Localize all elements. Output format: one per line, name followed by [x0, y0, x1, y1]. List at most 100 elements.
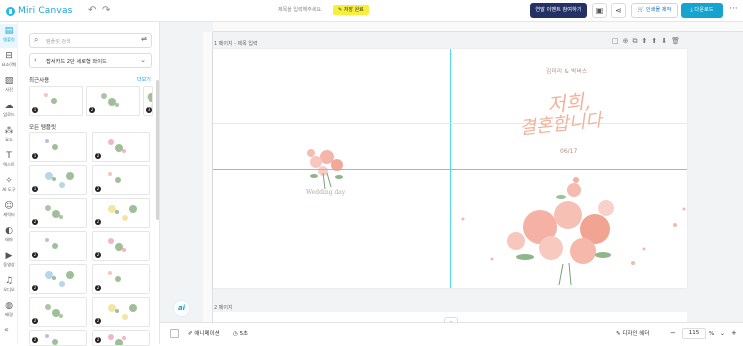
- photo-icon: ▨: [4, 76, 14, 86]
- event-button[interactable]: 연말 이벤트 참여하기: [530, 3, 587, 18]
- zoom-in-icon[interactable]: +: [731, 328, 737, 338]
- thumbnail-flower-icon: [58, 314, 63, 318]
- share-icon: ⋖: [615, 6, 622, 15]
- thumbnail-flower-icon: [44, 238, 49, 242]
- animation-button[interactable]: ✐ 애니메이션: [188, 329, 220, 339]
- rail-item[interactable]: ▤ 템플릿: [0, 24, 18, 48]
- category-selector[interactable]: ‹ 접서카드 2단 세로형 와이드 ⌄: [29, 53, 152, 68]
- filter-icon[interactable]: ⇌: [141, 35, 147, 43]
- rail-item-label: 오디오: [3, 287, 15, 292]
- share-button[interactable]: ⋖: [611, 3, 626, 18]
- page-1-label[interactable]: 1 페이지 - 제목 입력: [214, 40, 258, 47]
- rail-item[interactable]: ▨ 사진: [0, 74, 18, 98]
- rail-item-label: 요소: [5, 137, 13, 142]
- undo-icon[interactable]: ↶: [88, 4, 96, 18]
- panel-scrollbar[interactable]: [156, 80, 159, 220]
- template-thumbnail[interactable]: 1: [29, 132, 87, 162]
- logo-text: Miri Canvas: [18, 6, 73, 16]
- thumbnail-flower-icon: [128, 304, 137, 312]
- wedding-day-text[interactable]: Wedding day: [306, 189, 345, 196]
- collapse-rail-icon[interactable]: «: [4, 325, 9, 334]
- template-thumbnail[interactable]: 2: [92, 165, 150, 195]
- delete-page-icon[interactable]: 🗑: [671, 37, 680, 46]
- margin-guide-horizontal: [213, 123, 687, 124]
- rail-item[interactable]: ♫ 오디오: [0, 274, 18, 298]
- page-count-badge: 2: [32, 285, 38, 291]
- rail-item[interactable]: ◐ 테마: [0, 224, 18, 248]
- template-thumbnail[interactable]: 2: [92, 264, 150, 294]
- rail-item-label: 테마: [5, 237, 13, 242]
- more-menu-icon[interactable]: ···: [729, 4, 738, 14]
- design-checker-label: 디자인 헤더: [622, 331, 650, 337]
- ai-tools-icon: ✧: [5, 176, 13, 186]
- thumbnail-flower-icon: [58, 182, 65, 188]
- page-count-badge: 2: [95, 337, 101, 343]
- design-checker-button[interactable]: ✎ 디자인 헤더: [616, 329, 649, 339]
- center-guide-horizontal: [213, 169, 687, 170]
- template-thumbnail[interactable]: 3: [143, 86, 153, 116]
- zoom-dropdown-icon[interactable]: ⌄: [720, 329, 725, 339]
- rail-item[interactable]: ▶ 동영상: [0, 249, 18, 273]
- template-thumbnail[interactable]: 2: [86, 86, 140, 116]
- duplicate-page-icon[interactable]: ⧉: [633, 37, 638, 46]
- save-status-badge: ✎ 저장 완료: [333, 5, 369, 15]
- chevron-left-icon[interactable]: ‹: [34, 56, 37, 64]
- template-thumbnail[interactable]: 2: [29, 198, 87, 228]
- thumbnail-flower-icon: [121, 336, 126, 341]
- rail-item-label: 템플릿: [3, 37, 15, 42]
- recent-more-link[interactable]: 더보기: [137, 76, 151, 83]
- template-thumbnail[interactable]: 2: [92, 132, 150, 162]
- logo[interactable]: Miri Canvas: [6, 4, 73, 18]
- move-down-icon[interactable]: ⬇: [661, 37, 667, 46]
- rail-item-label: 텍스트: [3, 162, 15, 167]
- thumbnail-flower-icon: [44, 205, 51, 211]
- wedding-date[interactable]: 06/17: [560, 148, 577, 155]
- thumbnail-flower-icon: [107, 334, 114, 341]
- save-file-button[interactable]: ▣: [592, 3, 607, 18]
- template-thumbnail[interactable]: 2: [92, 231, 150, 261]
- rail-item-label: 동영상: [3, 262, 15, 267]
- couple-names[interactable]: 김미리 & 박버스: [546, 67, 588, 75]
- rail-item[interactable]: ⊟ 요소(랙): [0, 49, 18, 73]
- thumbnail-flower-icon: [114, 276, 121, 282]
- horizontal-ruler: [213, 22, 743, 32]
- page-count-badge: 3: [146, 107, 152, 113]
- zoom-input[interactable]: 115: [682, 328, 706, 339]
- download-button[interactable]: ⤓ 다운로드: [681, 3, 723, 18]
- template-thumbnail[interactable]: 2: [29, 297, 87, 327]
- redo-icon[interactable]: ↷: [102, 4, 110, 18]
- logo-mark-icon: [6, 6, 15, 16]
- select-all-checkbox[interactable]: [170, 329, 179, 338]
- rail-item[interactable]: ⁂ 요소: [0, 124, 18, 148]
- page-2-label[interactable]: 2 페이지: [214, 304, 233, 311]
- template-search[interactable]: ⌕ 템플릿 검색 ⇌: [29, 33, 152, 48]
- page-count-badge: 2: [95, 318, 101, 324]
- zoom-out-icon[interactable]: −: [670, 328, 676, 338]
- template-thumbnail[interactable]: 2: [92, 297, 150, 327]
- page-count-badge: 2: [32, 252, 38, 258]
- add-page-icon[interactable]: ⊕: [623, 37, 629, 46]
- ai-assistant-button[interactable]: ai: [173, 300, 190, 317]
- page-1-canvas[interactable]: [213, 49, 687, 288]
- element-icon: ⊟: [5, 51, 13, 61]
- rail-item[interactable]: ✧ AI 도구: [0, 174, 18, 198]
- page-frame-icon[interactable]: □: [612, 37, 619, 46]
- rail-item[interactable]: ☺ 캐릭터: [0, 199, 18, 223]
- template-thumbnail[interactable]: 2: [29, 231, 87, 261]
- print-order-button[interactable]: 🛒 인쇄물 제작: [631, 3, 678, 18]
- move-up-icon[interactable]: ⬆: [642, 37, 648, 46]
- rail-item[interactable]: ◍ 배경: [0, 299, 18, 323]
- template-thumbnail[interactable]: 1: [29, 86, 83, 116]
- rail-item[interactable]: ☁ 업로드: [0, 99, 18, 123]
- page-count-badge: 2: [95, 252, 101, 258]
- duration-button[interactable]: ◷ 5초: [233, 329, 248, 339]
- template-thumbnail[interactable]: 2: [92, 198, 150, 228]
- rail-item[interactable]: T 텍스트: [0, 149, 18, 173]
- template-thumbnail[interactable]: 1: [29, 165, 87, 195]
- page-count-badge: 2: [95, 285, 101, 291]
- template-thumbnail[interactable]: 2: [29, 264, 87, 294]
- title-input[interactable]: 제목을 입력해주세요.: [278, 6, 323, 13]
- page-count-badge: 1: [32, 153, 38, 159]
- move-up-alt-icon[interactable]: ⬆: [651, 37, 657, 46]
- thumbnail-flower-icon: [51, 339, 58, 345]
